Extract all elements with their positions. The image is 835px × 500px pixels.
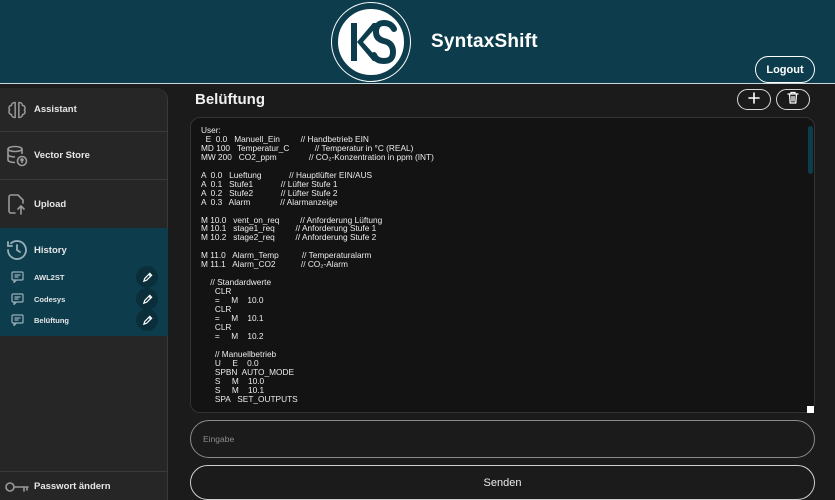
file-upload-icon bbox=[0, 192, 34, 216]
logo bbox=[331, 2, 411, 82]
database-upload-icon bbox=[0, 144, 34, 168]
history-section: History AWL2ST Codesys Belüftung bbox=[0, 228, 168, 336]
history-entry[interactable]: Belüftung bbox=[0, 309, 168, 331]
sidebar-item-upload[interactable]: Upload bbox=[0, 180, 168, 228]
header-bar: SyntaxShift Logout bbox=[0, 0, 835, 84]
resize-handle[interactable] bbox=[807, 406, 814, 413]
history-label: History bbox=[34, 244, 67, 256]
history-entry-label: Belüftung bbox=[34, 315, 69, 325]
code-output-panel[interactable]: User: E 0.0 Manuell_Ein // Handbetrieb E… bbox=[190, 117, 815, 413]
sidebar-item-label: Assistant bbox=[34, 104, 77, 115]
logout-button[interactable]: Logout bbox=[755, 56, 815, 83]
history-entry-label: AWL2ST bbox=[34, 272, 65, 282]
message-input[interactable] bbox=[191, 421, 814, 457]
brain-icon bbox=[0, 99, 34, 121]
sidebar-item-assistant[interactable]: Assistant bbox=[0, 88, 168, 132]
chat-icon bbox=[0, 271, 34, 283]
key-icon bbox=[0, 480, 34, 494]
edit-pencil-icon[interactable] bbox=[136, 309, 158, 331]
sidebar-item-change-password[interactable]: Passwort ändern bbox=[0, 471, 168, 500]
chat-icon bbox=[0, 314, 34, 326]
add-button[interactable] bbox=[737, 89, 771, 110]
code-text: User: E 0.0 Manuell_Ein // Handbetrieb E… bbox=[201, 125, 434, 404]
delete-button[interactable] bbox=[776, 89, 810, 110]
change-password-label: Passwort ändern bbox=[34, 481, 111, 492]
plus-icon bbox=[748, 91, 760, 109]
sidebar-item-vector-store[interactable]: Vector Store bbox=[0, 132, 168, 180]
sidebar-item-label: Upload bbox=[34, 198, 67, 210]
scrollbar-thumb[interactable] bbox=[808, 126, 813, 174]
page-title: Belüftung bbox=[195, 91, 265, 108]
message-input-wrapper bbox=[190, 420, 815, 458]
chat-icon bbox=[0, 293, 34, 305]
trash-icon bbox=[787, 91, 799, 109]
scrollbar[interactable] bbox=[808, 118, 814, 398]
history-icon bbox=[0, 238, 34, 262]
edit-pencil-icon[interactable] bbox=[136, 288, 158, 310]
sidebar: Assistant Vector Store Upload History AW… bbox=[0, 88, 168, 500]
history-header[interactable]: History bbox=[0, 238, 67, 262]
edit-pencil-icon[interactable] bbox=[136, 266, 158, 288]
history-entry[interactable]: AWL2ST bbox=[0, 266, 168, 288]
brand-name: SyntaxShift bbox=[431, 31, 538, 52]
send-button[interactable]: Senden bbox=[190, 465, 815, 500]
sidebar-item-label: Vector Store bbox=[34, 150, 90, 161]
history-entry[interactable]: Codesys bbox=[0, 288, 168, 310]
history-entry-label: Codesys bbox=[34, 294, 66, 304]
